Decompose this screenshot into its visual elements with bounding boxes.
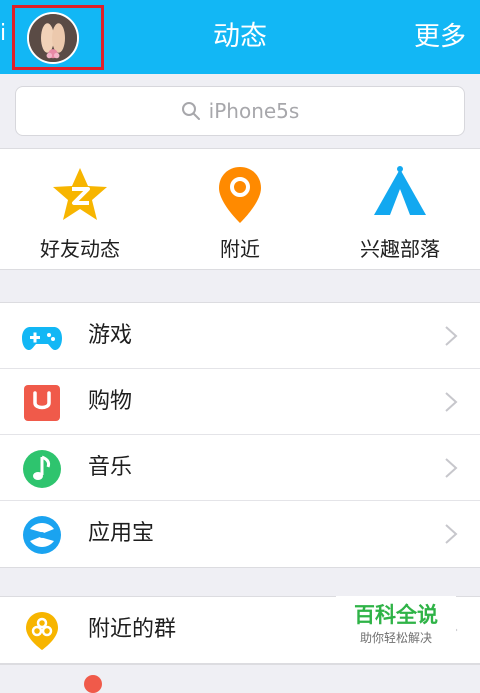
- top-bar: ⅰ 动态 更多: [0, 0, 480, 74]
- chevron-right-icon: [445, 524, 458, 544]
- shopping-bag-icon: [24, 385, 60, 421]
- next-item-icon: [84, 675, 102, 693]
- list-item-games[interactable]: 游戏: [0, 303, 480, 369]
- service-list: 游戏 购物 音乐 应用宝: [0, 302, 480, 568]
- quick-entry-friend-feed[interactable]: 好友动态: [0, 149, 160, 271]
- chevron-right-icon: [445, 326, 458, 346]
- list-item-music[interactable]: 音乐: [0, 435, 480, 501]
- list-item-shopping[interactable]: 购物: [0, 369, 480, 435]
- list-item-label: 应用宝: [88, 521, 155, 546]
- tent-icon: [374, 166, 426, 215]
- search-input[interactable]: iPhone5s: [15, 86, 465, 136]
- app-store-icon: [23, 516, 61, 554]
- watermark-logo: 百科全说 助你轻松解决: [336, 596, 456, 654]
- quick-entry-interest-tribe[interactable]: 兴趣部落: [320, 149, 480, 271]
- nearby-group-icon: [26, 612, 58, 650]
- location-pin-icon: [219, 167, 261, 223]
- chevron-right-icon: [445, 392, 458, 412]
- edge-glyph: ⅰ: [0, 21, 7, 46]
- quick-entry-label: 好友动态: [40, 237, 120, 261]
- avatar-photo-icon: [29, 14, 77, 62]
- quick-entry-label: 附近: [220, 237, 260, 261]
- music-note-icon: [23, 450, 61, 488]
- gamepad-icon: [22, 327, 62, 350]
- list-item-label: 购物: [88, 389, 133, 414]
- quick-entry-label: 兴趣部落: [360, 237, 440, 261]
- chevron-right-icon: [445, 458, 458, 478]
- avatar[interactable]: [27, 12, 79, 64]
- search-area: iPhone5s: [0, 74, 480, 148]
- list-item-label: 游戏: [88, 323, 133, 348]
- list-item-label: 音乐: [88, 455, 133, 480]
- search-placeholder: iPhone5s: [208, 99, 300, 123]
- watermark-subtitle: 助你轻松解决: [359, 631, 432, 645]
- watermark-title: 百科全说: [354, 603, 438, 627]
- search-icon: [181, 102, 200, 120]
- qzone-star-icon: [53, 168, 107, 220]
- quick-entry-panel: 好友动态 附近 兴趣部落: [0, 148, 480, 270]
- list-item-app-store[interactable]: 应用宝: [0, 501, 480, 567]
- more-button[interactable]: 更多: [414, 0, 466, 74]
- list-item-label: 附近的群: [88, 617, 177, 642]
- quick-entry-nearby[interactable]: 附近: [160, 149, 320, 271]
- bottom-section-edge: [0, 664, 480, 693]
